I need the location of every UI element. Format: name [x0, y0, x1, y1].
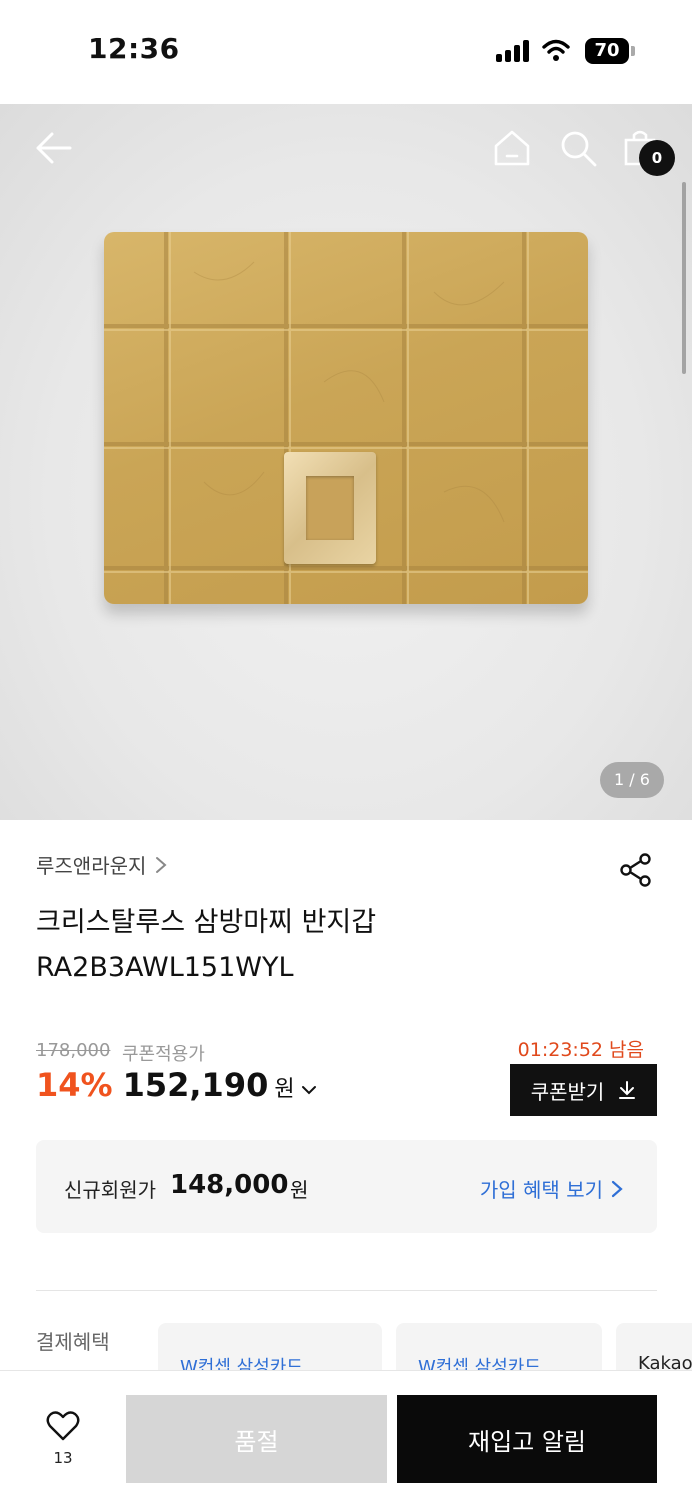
product-title: 크리스탈루스 삼방마찌 반지갑 RA2B3AWL151WYL [36, 900, 596, 990]
heart-icon [46, 1411, 80, 1441]
signup-benefits-link[interactable]: 가입 혜택 보기 [480, 1174, 623, 1203]
home-icon[interactable] [492, 128, 532, 168]
scroll-indicator [682, 182, 686, 374]
like-button[interactable]: 13 [40, 1411, 86, 1475]
restock-alert-button[interactable]: 재입고 알림 [397, 1395, 657, 1483]
coupon-price-label: 쿠폰적용가 [122, 1044, 205, 1065]
product-name-line1: 크리스탈루스 삼방마찌 반지갑 [36, 907, 377, 938]
product-name-line2: RA2B3AWL151WYL [36, 952, 294, 983]
brand-name: 루즈앤라운지 [36, 854, 147, 878]
status-time: 12:36 [88, 32, 180, 65]
battery-cap [631, 46, 635, 56]
payment-benefits-label: 결제혜택 [36, 1330, 110, 1354]
wallet-clasp [284, 452, 376, 564]
discount-rate: 14% [36, 1066, 113, 1104]
get-coupon-label: 쿠폰받기 [530, 1079, 605, 1104]
signal-icon [496, 40, 532, 62]
new-member-label: 신규회원가 [64, 1178, 156, 1202]
product-image-wallet [104, 232, 588, 604]
chevron-down-icon[interactable] [301, 1084, 317, 1096]
chevron-right-icon [611, 1180, 623, 1197]
brand-link[interactable]: 루즈앤라운지 [36, 850, 168, 879]
new-member-price: 148,000 [170, 1170, 289, 1200]
section-divider [36, 1290, 657, 1291]
bottom-action-bar: 13 품절 재입고 알림 [0, 1370, 692, 1500]
original-price: 178,000 [36, 1040, 111, 1061]
get-coupon-button[interactable]: 쿠폰받기 [510, 1064, 657, 1116]
coupon-countdown: 01:23:52 남음 [517, 1039, 644, 1061]
product-gallery[interactable]: 0 1 / 6 [0, 104, 692, 820]
status-bar: 12:36 70 [0, 0, 692, 104]
chevron-right-icon [156, 856, 167, 873]
search-icon[interactable] [558, 128, 598, 168]
sold-out-button: 품절 [126, 1395, 387, 1483]
new-member-price-box: 신규회원가 148,000 원 가입 혜택 보기 [36, 1140, 657, 1233]
wifi-icon [542, 39, 570, 61]
price-unit: 원 [274, 1077, 295, 1102]
battery-indicator: 70 [585, 38, 629, 64]
sale-price: 152,190 [122, 1066, 269, 1104]
image-counter: 1 / 6 [600, 762, 664, 798]
like-count: 13 [53, 1449, 73, 1467]
price-row[interactable]: 14% 152,190 원 [36, 1066, 317, 1104]
share-icon[interactable] [618, 852, 654, 888]
back-arrow-icon[interactable] [34, 128, 74, 168]
cart-count-badge[interactable]: 0 [639, 140, 675, 176]
signup-benefits-label: 가입 혜택 보기 [479, 1178, 603, 1202]
download-icon [619, 1081, 636, 1099]
new-member-price-unit: 원 [290, 1178, 309, 1202]
